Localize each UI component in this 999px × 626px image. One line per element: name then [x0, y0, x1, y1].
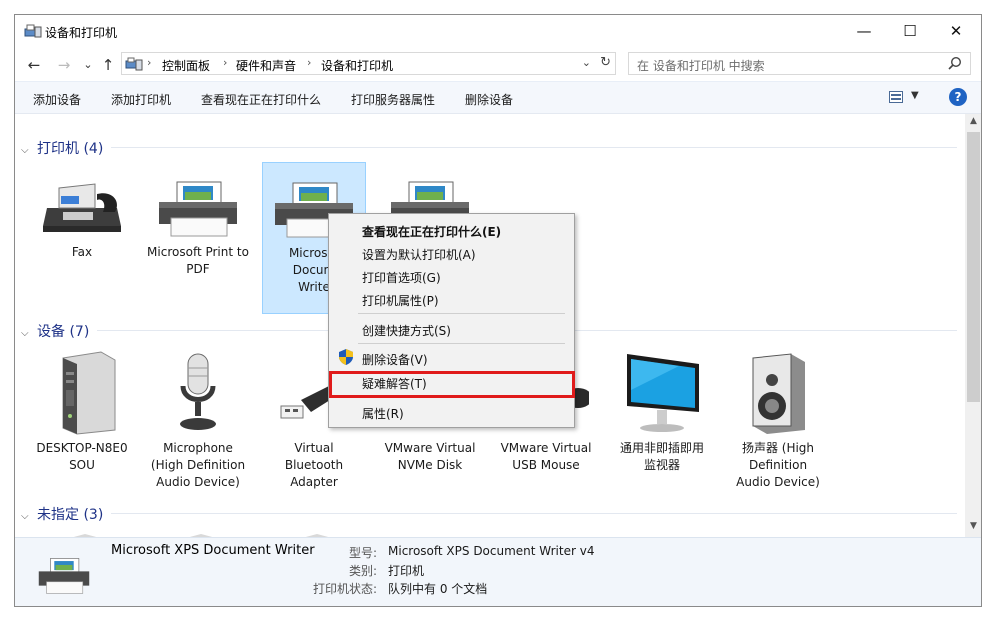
details-model-label: 型号:	[348, 546, 377, 560]
group-label: 设备 (7)	[37, 324, 90, 340]
device-generic-monitor[interactable]: 通用非即插即用 监视器	[610, 350, 714, 474]
uac-shield-icon	[339, 349, 353, 365]
view-dropdown-icon[interactable]: ▼	[911, 90, 919, 101]
minimize-button[interactable]: —	[841, 15, 887, 47]
remove-device-button[interactable]: 删除设备	[465, 91, 513, 108]
see-whats-printing-button[interactable]: 查看现在正在打印什么	[201, 91, 321, 108]
group-header-devices[interactable]: ⌵ 设备 (7)	[21, 321, 89, 341]
window-title: 设备和打印机	[45, 26, 118, 40]
device-microphone[interactable]: Microphone (High Definition Audio Device…	[146, 350, 250, 491]
devices-printers-icon	[24, 24, 42, 38]
add-printer-button[interactable]: 添加打印机	[111, 91, 171, 108]
group-divider	[111, 147, 957, 148]
scroll-down-icon[interactable]: ▼	[965, 521, 981, 535]
monitor-icon	[627, 354, 699, 432]
device-label: DESKTOP-N8E0 SOU	[36, 441, 128, 472]
chevron-down-icon[interactable]: ⌵	[21, 511, 33, 522]
chevron-down-icon[interactable]: ⌵	[21, 328, 33, 339]
device-label: Fax	[71, 245, 93, 259]
group-label: 未指定 (3)	[37, 507, 104, 523]
breadcrumb-separator[interactable]: ›	[223, 56, 227, 69]
breadcrumb-control-panel[interactable]: 控制面板	[162, 57, 210, 74]
menu-item-set-default-printer[interactable]: 设置为默认打印机(A)	[362, 246, 476, 263]
title-bar: 设备和打印机 — ☐ ✕	[15, 15, 981, 47]
menu-item-see-whats-printing[interactable]: 查看现在正在打印什么(E)	[362, 223, 501, 240]
device-label: VMware Virtual USB Mouse	[500, 441, 592, 472]
device-microsoft-print-to-pdf[interactable]: Microsoft Print to PDF	[146, 172, 250, 278]
address-bar-row: ← → ⌄ ↑ › 控制面板 › 硬件和声音 › 设备和打印机 ⌄ ↻ 在 设备…	[15, 47, 981, 81]
group-header-unspecified[interactable]: ⌵ 未指定 (3)	[21, 504, 103, 524]
device-label: 通用非即插即用 监视器	[619, 441, 704, 472]
menu-item-properties[interactable]: 属性(R)	[362, 405, 404, 422]
recent-locations-button[interactable]: ⌄	[77, 55, 99, 75]
breadcrumb-devices-printers[interactable]: 设备和打印机	[321, 57, 393, 74]
device-label: 扬声器 (High Definition Audio Device)	[736, 441, 820, 489]
device-label: VMware Virtual NVMe Disk	[384, 441, 476, 472]
device-fax[interactable]: Fax	[30, 172, 134, 261]
context-menu: 查看现在正在打印什么(E) 设置为默认打印机(A) 打印首选项(G) 打印机属性…	[328, 213, 575, 428]
details-status-value: 队列中有 0 个文档	[388, 582, 488, 596]
group-label: 打印机 (4)	[37, 141, 104, 157]
back-button[interactable]: ←	[23, 55, 45, 75]
menu-item-printing-preferences[interactable]: 打印首选项(G)	[362, 269, 441, 286]
device-label: Microphone (High Definition Audio Device…	[150, 441, 246, 489]
address-dropdown-icon[interactable]: ⌄	[582, 56, 591, 69]
scroll-up-icon[interactable]: ▲	[965, 116, 981, 130]
help-icon[interactable]: ?	[949, 88, 967, 106]
breadcrumb-hardware-sound[interactable]: 硬件和声音	[236, 57, 296, 74]
print-server-properties-button[interactable]: 打印服务器属性	[351, 91, 435, 108]
scroll-thumb[interactable]	[967, 132, 980, 402]
speaker-icon	[752, 353, 805, 434]
forward-button[interactable]: →	[53, 55, 75, 75]
device-label: Microsoft Print to PDF	[147, 245, 249, 276]
details-category-label: 类别:	[348, 564, 377, 578]
group-header-printers[interactable]: ⌵ 打印机 (4)	[21, 138, 103, 158]
control-panel-icon	[125, 57, 143, 71]
address-box[interactable]: › 控制面板 › 硬件和声音 › 设备和打印机 ⌄ ↻	[121, 52, 616, 75]
menu-item-create-shortcut[interactable]: 创建快捷方式(S)	[362, 322, 451, 339]
breadcrumb-separator[interactable]: ›	[147, 56, 151, 69]
vertical-scrollbar[interactable]: ▲ ▼	[965, 114, 981, 537]
menu-separator	[358, 343, 565, 344]
details-device-name: Microsoft XPS Document Writer	[111, 543, 315, 558]
printer-icon	[159, 181, 237, 237]
menu-item-remove-device[interactable]: 删除设备(V)	[362, 351, 428, 368]
details-model-value: Microsoft XPS Document Writer v4	[388, 544, 595, 558]
breadcrumb-separator[interactable]: ›	[307, 56, 311, 69]
device-desktop-computer[interactable]: DESKTOP-N8E0 SOU	[30, 350, 134, 474]
microphone-icon	[180, 353, 216, 430]
device-speakers[interactable]: 扬声器 (High Definition Audio Device)	[726, 350, 830, 491]
chevron-down-icon[interactable]: ⌵	[21, 145, 33, 156]
search-box[interactable]: 在 设备和打印机 中搜索	[628, 52, 971, 75]
details-category-value: 打印机	[388, 564, 425, 578]
computer-tower-icon	[62, 351, 116, 435]
maximize-button[interactable]: ☐	[887, 15, 933, 47]
group-divider	[111, 513, 957, 514]
device-label: Virtual Bluetooth Adapter	[284, 441, 344, 489]
command-bar: 添加设备 添加打印机 查看现在正在打印什么 打印服务器属性 删除设备 ▼ ?	[15, 81, 981, 114]
refresh-icon[interactable]: ↻	[600, 55, 611, 70]
printer-icon	[38, 558, 90, 594]
close-button[interactable]: ✕	[933, 15, 979, 47]
search-input[interactable]: 在 设备和打印机 中搜索	[637, 57, 765, 74]
up-button[interactable]: ↑	[97, 55, 119, 75]
fax-icon	[43, 183, 121, 232]
menu-item-printer-properties[interactable]: 打印机属性(P)	[362, 292, 439, 309]
add-device-button[interactable]: 添加设备	[33, 91, 81, 108]
highlight-box	[329, 371, 575, 398]
view-icon[interactable]	[889, 91, 903, 103]
details-status-label: 打印机状态:	[312, 582, 377, 596]
search-icon[interactable]	[948, 56, 962, 70]
details-pane: Microsoft XPS Document Writer 型号: Micros…	[15, 537, 981, 606]
menu-separator	[358, 313, 565, 314]
